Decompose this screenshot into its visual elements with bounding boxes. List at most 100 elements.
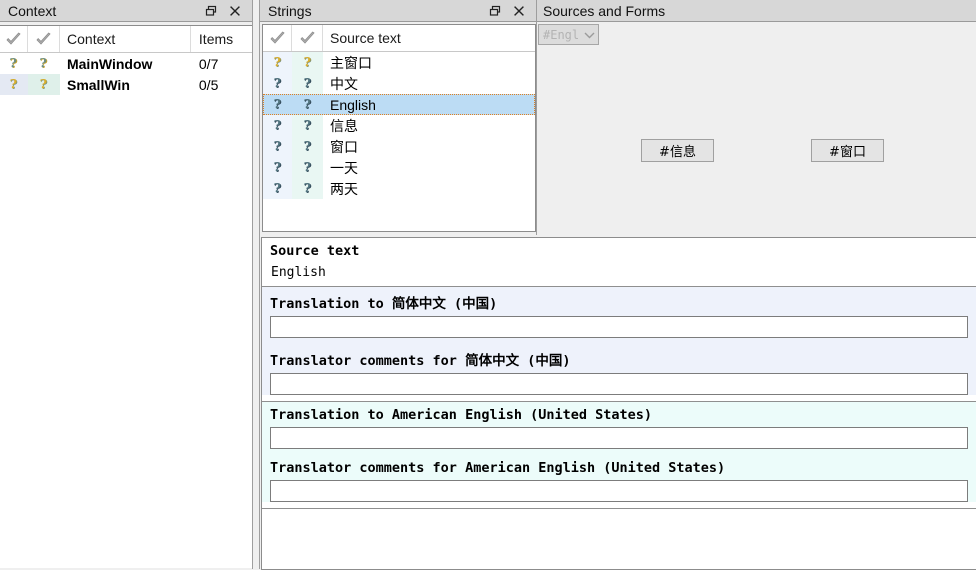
svg-text:?: ? bbox=[39, 56, 47, 71]
svg-text:?: ? bbox=[273, 182, 281, 197]
comments-label-chinese: Translator comments for 简体中文 (中国) bbox=[270, 353, 571, 369]
question-icon[interactable]: ? ? bbox=[27, 53, 60, 74]
table-row[interactable]: ???? 信息 bbox=[263, 115, 535, 136]
context-row-items[interactable]: 0/7 bbox=[191, 53, 252, 74]
strings-row-source-text[interactable]: 中文 bbox=[323, 73, 535, 94]
comments-input-chinese[interactable] bbox=[270, 373, 968, 395]
context-tree[interactable]: Context Items ? ? ? ? MainWindow 0/7 ? ?… bbox=[0, 25, 252, 568]
strings-panel-titlebar: Strings bbox=[260, 0, 536, 22]
question-icon[interactable]: ? ? bbox=[0, 74, 28, 95]
table-row[interactable]: ? ? ? ? MainWindow 0/7 bbox=[0, 53, 252, 74]
table-row[interactable]: ???? 中文 bbox=[263, 73, 535, 94]
strings-row-source-text[interactable]: 窗口 bbox=[323, 136, 535, 157]
editor-spacer bbox=[262, 509, 976, 533]
question-icon[interactable]: ?? bbox=[263, 94, 292, 115]
question-icon[interactable]: ?? bbox=[292, 157, 323, 178]
svg-text:?: ? bbox=[273, 119, 281, 134]
svg-text:?: ? bbox=[303, 98, 311, 113]
editor-section-chinese: Translation to 简体中文 (中国) Translator comm… bbox=[262, 287, 976, 395]
language-select-value: #Engl bbox=[543, 27, 580, 42]
language-select[interactable]: #Engl bbox=[538, 24, 599, 45]
context-panel: Context Context Items ? ? ? ? MainWindow… bbox=[0, 0, 252, 569]
svg-text:?: ? bbox=[273, 161, 281, 176]
question-icon[interactable]: ?? bbox=[292, 115, 323, 136]
context-tree-header: Context Items bbox=[0, 26, 252, 53]
table-row[interactable]: ???? 窗口 bbox=[263, 136, 535, 157]
form-button-message[interactable]: #信息 bbox=[641, 139, 714, 162]
table-row[interactable]: ???? 两天 bbox=[263, 178, 535, 199]
svg-text:?: ? bbox=[273, 140, 281, 155]
svg-text:?: ? bbox=[303, 140, 311, 155]
editor-source-label: Source text bbox=[270, 243, 360, 259]
strings-row-source-text[interactable]: 一天 bbox=[323, 157, 535, 178]
table-row[interactable]: ? ? ? ? SmallWin 0/5 bbox=[0, 74, 252, 95]
svg-text:?: ? bbox=[9, 78, 17, 92]
question-icon[interactable]: ?? bbox=[263, 157, 292, 178]
close-icon[interactable] bbox=[509, 2, 529, 20]
strings-header-source-text[interactable]: Source text bbox=[323, 25, 535, 51]
strings-header-check1[interactable] bbox=[263, 25, 292, 51]
context-header-check2[interactable] bbox=[28, 26, 61, 52]
context-panel-title-buttons bbox=[201, 2, 252, 20]
comments-input-english[interactable] bbox=[270, 480, 968, 502]
strings-panel-body: Source text ???? 主窗口???? 中文???? English????… bbox=[260, 22, 536, 235]
context-panel-title: Context bbox=[8, 2, 57, 19]
question-icon[interactable]: ?? bbox=[263, 178, 292, 199]
sources-and-forms-titlebar: Sources and Forms bbox=[537, 0, 976, 22]
svg-text:?: ? bbox=[273, 98, 281, 113]
question-icon[interactable]: ?? bbox=[292, 94, 323, 115]
question-icon[interactable]: ?? bbox=[292, 73, 323, 94]
question-icon[interactable]: ?? bbox=[263, 73, 292, 94]
application-window: Context Context Items ? ? ? ? MainWindow… bbox=[0, 0, 976, 570]
svg-text:?: ? bbox=[303, 182, 311, 197]
strings-table-header: Source text bbox=[263, 25, 535, 52]
context-header-items[interactable]: Items bbox=[191, 26, 252, 52]
strings-panel-title-buttons bbox=[485, 2, 536, 20]
translation-label-english: Translation to American English (United … bbox=[270, 407, 653, 423]
translation-label-chinese: Translation to 简体中文 (中国) bbox=[270, 296, 498, 312]
strings-row-source-text[interactable]: English bbox=[323, 94, 535, 115]
form-button-window-label: #窗口 bbox=[829, 145, 866, 160]
context-header-name[interactable]: Context bbox=[60, 26, 191, 52]
restore-icon[interactable] bbox=[201, 2, 221, 20]
svg-text:?: ? bbox=[273, 56, 281, 71]
question-icon[interactable]: ?? bbox=[263, 115, 292, 136]
context-header-check1[interactable] bbox=[0, 26, 28, 52]
context-panel-body: Context Items ? ? ? ? MainWindow 0/7 ? ?… bbox=[0, 22, 252, 569]
close-icon[interactable] bbox=[225, 2, 245, 20]
sources-and-forms-title: Sources and Forms bbox=[543, 2, 666, 19]
editor-source-value: English bbox=[271, 265, 326, 280]
question-icon[interactable]: ? ? bbox=[27, 74, 60, 95]
restore-icon[interactable] bbox=[485, 2, 505, 20]
question-icon[interactable]: ? ? bbox=[0, 53, 28, 74]
table-row[interactable]: ???? English bbox=[263, 94, 535, 115]
svg-text:?: ? bbox=[303, 56, 311, 71]
strings-row-source-text[interactable]: 两天 bbox=[323, 178, 535, 199]
question-icon[interactable]: ?? bbox=[292, 52, 323, 73]
question-icon[interactable]: ?? bbox=[263, 52, 292, 73]
context-row-name[interactable]: MainWindow bbox=[60, 53, 191, 74]
chevron-down-icon[interactable] bbox=[580, 31, 598, 39]
strings-table[interactable]: Source text ???? 主窗口???? 中文???? English????… bbox=[262, 24, 536, 232]
strings-header-check2[interactable] bbox=[292, 25, 323, 51]
strings-panel: Strings Source text ? ? ? ? 主窗口 ? ? ? ? … bbox=[260, 0, 536, 235]
form-button-window[interactable]: #窗口 bbox=[811, 139, 884, 162]
editor-source-section: Source text English bbox=[262, 238, 976, 286]
sources-and-forms-panel: Sources and Forms #Engl #信息 #窗口 bbox=[537, 0, 976, 235]
translation-input-english[interactable] bbox=[270, 427, 968, 449]
context-row-name[interactable]: SmallWin bbox=[59, 74, 191, 95]
editor-section-english: Translation to American English (United … bbox=[262, 402, 976, 502]
strings-row-source-text[interactable]: 主窗口 bbox=[323, 52, 535, 73]
question-icon[interactable]: ?? bbox=[263, 136, 292, 157]
translation-input-chinese[interactable] bbox=[270, 316, 968, 338]
context-row-items[interactable]: 0/5 bbox=[190, 74, 252, 95]
table-row[interactable]: ???? 一天 bbox=[263, 157, 535, 178]
svg-text:?: ? bbox=[303, 77, 311, 92]
svg-text:?: ? bbox=[303, 119, 311, 134]
table-row[interactable]: ???? 主窗口 bbox=[263, 52, 535, 73]
strings-row-source-text[interactable]: 信息 bbox=[323, 115, 535, 136]
question-icon[interactable]: ?? bbox=[292, 178, 323, 199]
strings-rows: ???? 主窗口???? 中文???? English???? 信息???? 窗口????… bbox=[263, 52, 535, 199]
question-icon[interactable]: ?? bbox=[292, 136, 323, 157]
strings-panel-title: Strings bbox=[268, 2, 312, 19]
